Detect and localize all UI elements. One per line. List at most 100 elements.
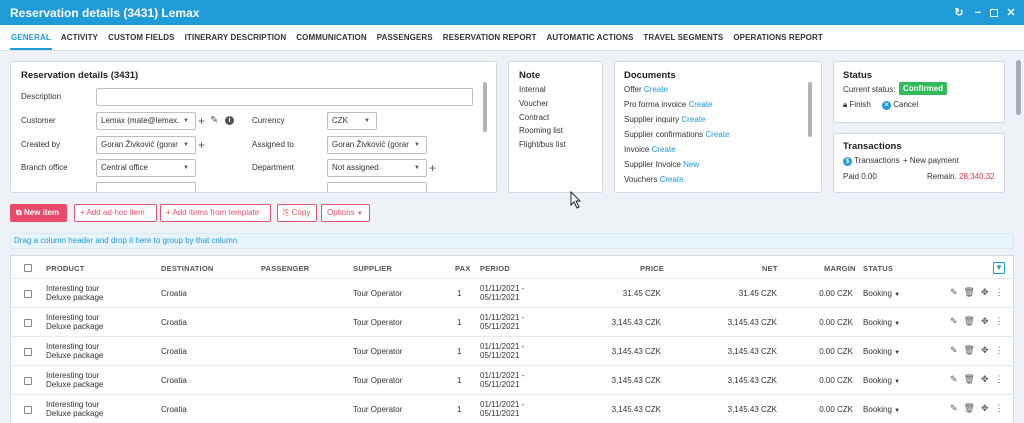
column-header-passenger[interactable]: PASSENGER — [261, 264, 309, 273]
more-icon[interactable]: ⋮ — [995, 287, 1004, 298]
add-items-from-template-button[interactable]: + Add items from template — [160, 204, 271, 222]
trash-icon[interactable]: 🗑︎ — [964, 316, 975, 327]
customer-select[interactable]: Lemax (mate@lemax. ▼ — [96, 112, 196, 130]
column-header-pax[interactable]: PAX — [455, 264, 470, 273]
row-checkbox[interactable] — [24, 348, 32, 356]
options-button[interactable]: Options ▼ — [321, 204, 370, 222]
product-link[interactable]: Interesting tour Deluxe package — [46, 342, 103, 360]
note-link-rooming-list[interactable]: Rooming list — [519, 126, 563, 135]
supplier-link[interactable]: Tour Operator — [353, 347, 402, 356]
trash-icon[interactable]: 🗑︎ — [964, 345, 975, 356]
close-icon[interactable]: ✕ — [1003, 0, 1019, 25]
column-header-margin[interactable]: MARGIN — [824, 264, 856, 273]
supplier-link[interactable]: Tour Operator — [353, 318, 402, 327]
info-icon[interactable]: i — [225, 116, 234, 125]
column-header-period[interactable]: PERIOD — [480, 264, 510, 273]
next-field-input[interactable] — [96, 182, 196, 192]
transactions-link[interactable]: $ Transactions — [843, 156, 900, 166]
page-scrollbar[interactable] — [1016, 60, 1021, 115]
edit-icon[interactable]: ✎ — [950, 287, 958, 298]
note-link-contract[interactable]: Contract — [519, 113, 549, 122]
tab-passengers[interactable]: PASSENGERS — [372, 25, 438, 50]
tab-reservation-report[interactable]: RESERVATION REPORT — [438, 25, 542, 50]
documents-scrollbar[interactable] — [808, 82, 812, 137]
status-dropdown[interactable]: Booking ▼ — [863, 347, 900, 358]
status-dropdown[interactable]: Booking ▼ — [863, 318, 900, 329]
table-row[interactable]: Interesting tour Deluxe package Croatia Tou… — [11, 336, 1015, 365]
edit-icon[interactable]: ✎ — [950, 316, 958, 327]
trash-icon[interactable]: 🗑︎ — [964, 374, 975, 385]
created-by-select[interactable]: Goran Živković (gorar ▼ — [96, 136, 196, 154]
edit-icon[interactable]: ✎ — [950, 374, 958, 385]
product-link[interactable]: Interesting tour Deluxe package — [46, 313, 103, 331]
add-department-icon[interactable]: + — [429, 162, 436, 174]
column-header-price[interactable]: PRICE — [640, 264, 664, 273]
maximize-icon[interactable] — [986, 0, 1002, 25]
assigned-to-select[interactable]: Goran Živković (gorar ▼ — [327, 136, 427, 154]
select-all-checkbox[interactable] — [24, 264, 32, 272]
trash-icon[interactable]: 🗑︎ — [964, 287, 975, 298]
description-input[interactable] — [96, 88, 473, 106]
tab-automatic-actions[interactable]: AUTOMATIC ACTIONS — [542, 25, 639, 50]
add-adhoc-item-button[interactable]: + Add ad-hoc item — [74, 204, 157, 222]
note-link-internal[interactable]: Internal — [519, 85, 546, 94]
document-create-link[interactable]: Create — [705, 130, 729, 139]
status-dropdown[interactable]: Booking ▼ — [863, 405, 900, 416]
new-item-button[interactable]: ⧉ New item — [10, 204, 67, 222]
more-icon[interactable]: ⋮ — [995, 374, 1004, 385]
more-icon[interactable]: ⋮ — [995, 316, 1004, 327]
table-row[interactable]: Interesting tour Deluxe package Croatia Tou… — [11, 394, 1015, 423]
table-row[interactable]: Interesting tour Deluxe package Croatia Tou… — [11, 307, 1015, 336]
branch-office-select[interactable]: Central office ▼ — [96, 159, 196, 177]
column-header-destination[interactable]: DESTINATION — [161, 264, 213, 273]
row-checkbox[interactable] — [24, 319, 32, 327]
move-icon[interactable]: ✥ — [981, 345, 989, 356]
move-icon[interactable]: ✥ — [981, 374, 989, 385]
row-checkbox[interactable] — [24, 406, 32, 414]
row-checkbox[interactable] — [24, 377, 32, 385]
more-icon[interactable]: ⋮ — [995, 403, 1004, 414]
document-create-link[interactable]: Create — [660, 175, 684, 184]
department-select[interactable]: Not assigned ▼ — [327, 159, 427, 177]
move-icon[interactable]: ✥ — [981, 316, 989, 327]
new-payment-button[interactable]: + New payment — [903, 156, 959, 165]
group-by-drop-zone[interactable]: Drag a column header and drop it here to… — [10, 233, 1014, 249]
tab-communication[interactable]: COMMUNICATION — [291, 25, 371, 50]
edit-icon[interactable]: ✎ — [950, 403, 958, 414]
edit-icon[interactable]: ✎ — [950, 345, 958, 356]
minimize-icon[interactable]: − — [970, 0, 986, 25]
note-link-flight-bus-list[interactable]: Flight/bus list — [519, 140, 566, 149]
supplier-link[interactable]: Tour Operator — [353, 405, 402, 414]
add-customer-icon[interactable]: + — [198, 115, 205, 127]
document-create-link[interactable]: Create — [688, 100, 712, 109]
row-checkbox[interactable] — [24, 290, 32, 298]
add-creator-icon[interactable]: + — [198, 139, 205, 151]
column-header-supplier[interactable]: SUPPLIER — [353, 264, 392, 273]
status-dropdown[interactable]: Booking ▼ — [863, 376, 900, 387]
document-create-link[interactable]: Create — [681, 115, 705, 124]
refresh-icon[interactable]: ↻ — [951, 0, 967, 25]
tab-operations-report[interactable]: OPERATIONS REPORT — [728, 25, 828, 50]
tab-itinerary-description[interactable]: ITINERARY DESCRIPTION — [180, 25, 292, 50]
table-row[interactable]: Interesting tour Deluxe package Croatia Tou… — [11, 365, 1015, 394]
currency-select[interactable]: CZK ▼ — [327, 112, 377, 130]
column-header-status[interactable]: STATUS — [863, 264, 893, 273]
finish-button[interactable]: 🔒︎ Finish — [843, 100, 871, 109]
note-link-voucher[interactable]: Voucher — [519, 99, 548, 108]
supplier-link[interactable]: Tour Operator — [353, 376, 402, 385]
document-create-link[interactable]: Create — [644, 85, 668, 94]
tab-travel-segments[interactable]: TRAVEL SEGMENTS — [638, 25, 728, 50]
tab-general[interactable]: GENERAL — [6, 25, 56, 50]
copy-button[interactable]: ⎘ Copy — [277, 204, 317, 222]
cancel-button[interactable]: ✕ Cancel — [882, 100, 918, 110]
move-icon[interactable]: ✥ — [981, 403, 989, 414]
move-icon[interactable]: ✥ — [981, 287, 989, 298]
more-icon[interactable]: ⋮ — [995, 345, 1004, 356]
tab-activity[interactable]: ACTIVITY — [56, 25, 103, 50]
edit-icon[interactable]: ✎ — [210, 115, 218, 127]
document-new-link[interactable]: New — [683, 160, 699, 169]
details-scrollbar[interactable] — [483, 82, 487, 132]
status-dropdown[interactable]: Booking ▼ — [863, 289, 900, 300]
filter-icon[interactable]: ▼ — [993, 262, 1005, 274]
product-link[interactable]: Interesting tour Deluxe package — [46, 371, 103, 389]
